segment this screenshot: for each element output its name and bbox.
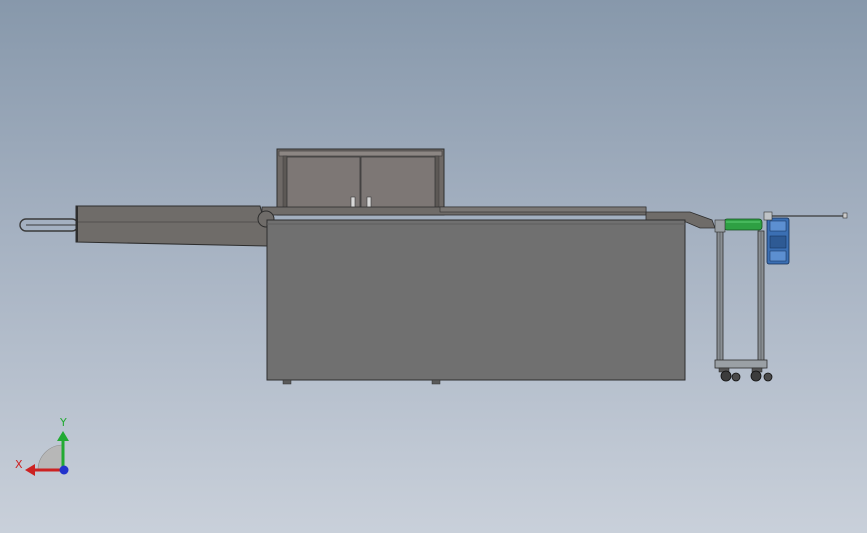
triad-y-label: Y (59, 416, 67, 429)
foot-left (282, 379, 292, 385)
top-cabinet (276, 148, 445, 216)
caster-left (718, 367, 741, 382)
outfeed-cart (714, 211, 848, 382)
main-body-panel (266, 219, 686, 381)
rail-beam (75, 205, 269, 247)
triad-x-label: X (15, 458, 23, 471)
main-body (266, 219, 686, 385)
z-axis-dot (59, 465, 69, 475)
triad-plane-quadrant (37, 444, 64, 471)
green-roller (723, 218, 763, 231)
left-rail-assembly (19, 205, 269, 247)
cad-viewport[interactable]: Y X (0, 0, 867, 533)
cabinet-door-left[interactable] (286, 156, 361, 214)
cabinet-door-right[interactable] (360, 156, 436, 214)
caster-right (750, 367, 773, 382)
orientation-triad[interactable]: Y X (15, 416, 69, 476)
foot-middle (431, 379, 441, 385)
